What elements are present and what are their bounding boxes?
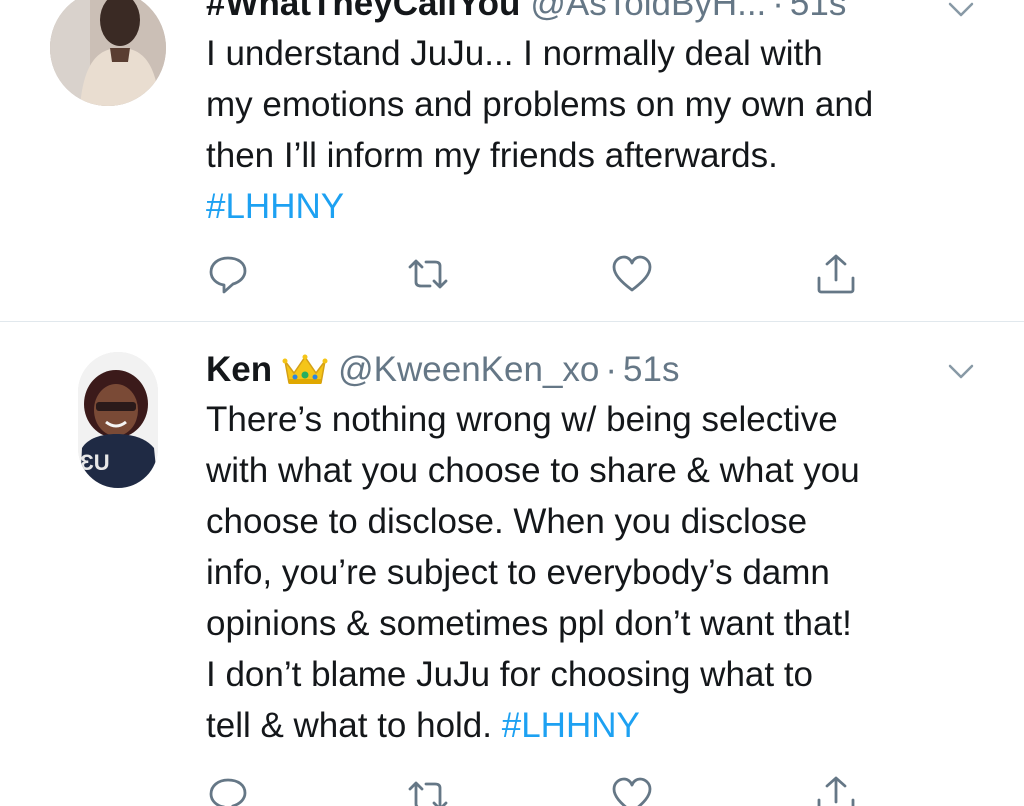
reply-button[interactable]	[206, 774, 250, 806]
avatar-photo	[50, 0, 166, 106]
timestamp[interactable]: 51s	[790, 0, 846, 24]
retweet-button[interactable]	[406, 252, 450, 296]
retweet-button[interactable]	[406, 774, 450, 806]
hashtag-link[interactable]: #LHHNY	[502, 706, 640, 745]
tweet-actions	[206, 252, 866, 296]
user-handle[interactable]: @AsToldByH...	[530, 0, 766, 24]
tweet-text: I understand JuJu... I normally deal wit…	[206, 28, 996, 232]
tweet-text-line: I don’t blame JuJu for choosing what to	[206, 655, 814, 694]
reply-icon	[209, 256, 247, 294]
share-icon	[817, 254, 855, 294]
reply-button[interactable]	[206, 252, 250, 296]
chevron-down-icon[interactable]	[946, 356, 976, 386]
retweet-icon	[408, 781, 448, 806]
share-button[interactable]	[814, 774, 858, 806]
timestamp[interactable]: 51s	[623, 350, 679, 390]
tweet-text-line: I understand JuJu... I normally deal wit…	[206, 34, 823, 73]
avatar[interactable]: ƐU	[78, 352, 158, 488]
user-handle[interactable]: @KweenKen_xo	[338, 350, 599, 390]
like-button[interactable]	[610, 774, 654, 806]
tweet-card[interactable]: #WhatTheyCallYou @AsToldByH... · 51s I u…	[0, 0, 1024, 322]
reply-icon	[209, 778, 247, 806]
shirt-logo-text: ƐU	[80, 450, 110, 475]
tweet-header: Ken @KweenKen_xo · 51s	[206, 346, 679, 394]
tweet-text-line: There’s nothing wrong w/ being selective	[206, 400, 838, 439]
tweet-header: #WhatTheyCallYou @AsToldByH... · 51s	[206, 0, 846, 28]
retweet-icon	[408, 259, 448, 289]
tweet-text-line: with what you choose to share & what you	[206, 451, 860, 490]
like-button[interactable]	[610, 252, 654, 296]
tweet-text-line: tell & what to hold.	[206, 706, 492, 745]
share-button[interactable]	[814, 252, 858, 296]
chevron-down-icon[interactable]	[946, 0, 976, 24]
heart-icon	[612, 777, 652, 806]
tweet-feed: #WhatTheyCallYou @AsToldByH... · 51s I u…	[0, 0, 1024, 806]
avatar[interactable]	[50, 0, 166, 106]
tweet-text-line: opinions & sometimes ppl don’t want that…	[206, 604, 852, 643]
display-name[interactable]: #WhatTheyCallYou	[206, 0, 520, 24]
tweet-text-line: info, you’re subject to everybody’s damn	[206, 553, 830, 592]
share-icon	[817, 776, 855, 806]
crown-emoji	[282, 353, 328, 387]
tweet-text-line: my emotions and problems on my own and	[206, 85, 874, 124]
avatar-photo: ƐU	[78, 352, 158, 488]
tweet-actions	[206, 774, 866, 806]
separator-dot: ·	[772, 0, 784, 23]
tweet-text: There’s nothing wrong w/ being selective…	[206, 394, 996, 751]
hashtag-link[interactable]: #LHHNY	[206, 187, 344, 226]
separator-dot: ·	[605, 350, 618, 389]
heart-icon	[612, 255, 652, 292]
tweet-text-line: then I’ll inform my friends afterwards.	[206, 136, 778, 175]
tweet-text-line: choose to disclose. When you disclose	[206, 502, 808, 541]
display-name[interactable]: Ken	[206, 350, 272, 390]
tweet-card[interactable]: ƐU Ken @KweenKen_xo · 51s There’s nothin…	[0, 322, 1024, 806]
